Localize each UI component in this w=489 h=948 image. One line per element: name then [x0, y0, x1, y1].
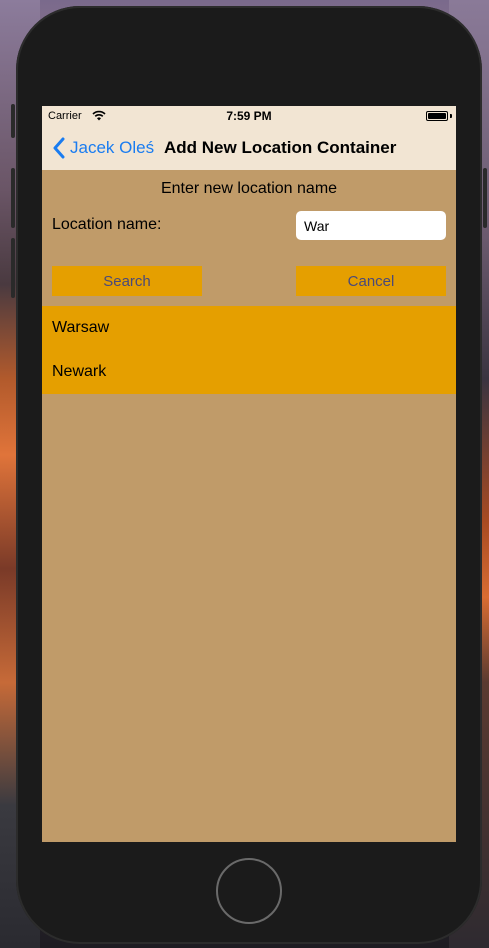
list-item[interactable]: Warsaw	[42, 306, 456, 350]
results-list: Warsaw Newark	[42, 306, 456, 394]
back-button-label: Jacek Oleś	[70, 138, 155, 157]
instruction-text: Enter new location name	[160, 180, 338, 197]
page-title: Add New Location Container	[164, 138, 397, 157]
volume-up-button	[11, 168, 15, 228]
app-screen: Carrier 7:59 PM Jacek Oleś Add New Locat…	[42, 106, 456, 842]
home-button[interactable]	[216, 858, 282, 924]
chevron-left-icon	[53, 137, 65, 159]
status-bar: Carrier 7:59 PM	[42, 106, 456, 126]
location-name-input[interactable]	[296, 211, 446, 240]
search-button[interactable]: Search	[52, 266, 202, 296]
clock-label: 7:59 PM	[226, 109, 272, 123]
mute-switch	[11, 104, 15, 138]
cancel-button[interactable]: Cancel	[296, 266, 446, 296]
navigation-bar: Jacek Oleś Add New Location Container	[42, 126, 456, 170]
battery-tip	[450, 114, 452, 118]
volume-down-button	[11, 238, 15, 298]
power-button	[483, 168, 487, 228]
list-item[interactable]: Newark	[42, 350, 456, 394]
back-button[interactable]: Jacek Oleś	[52, 136, 154, 160]
location-name-label: Location name:	[52, 216, 162, 233]
battery-icon	[426, 111, 448, 121]
